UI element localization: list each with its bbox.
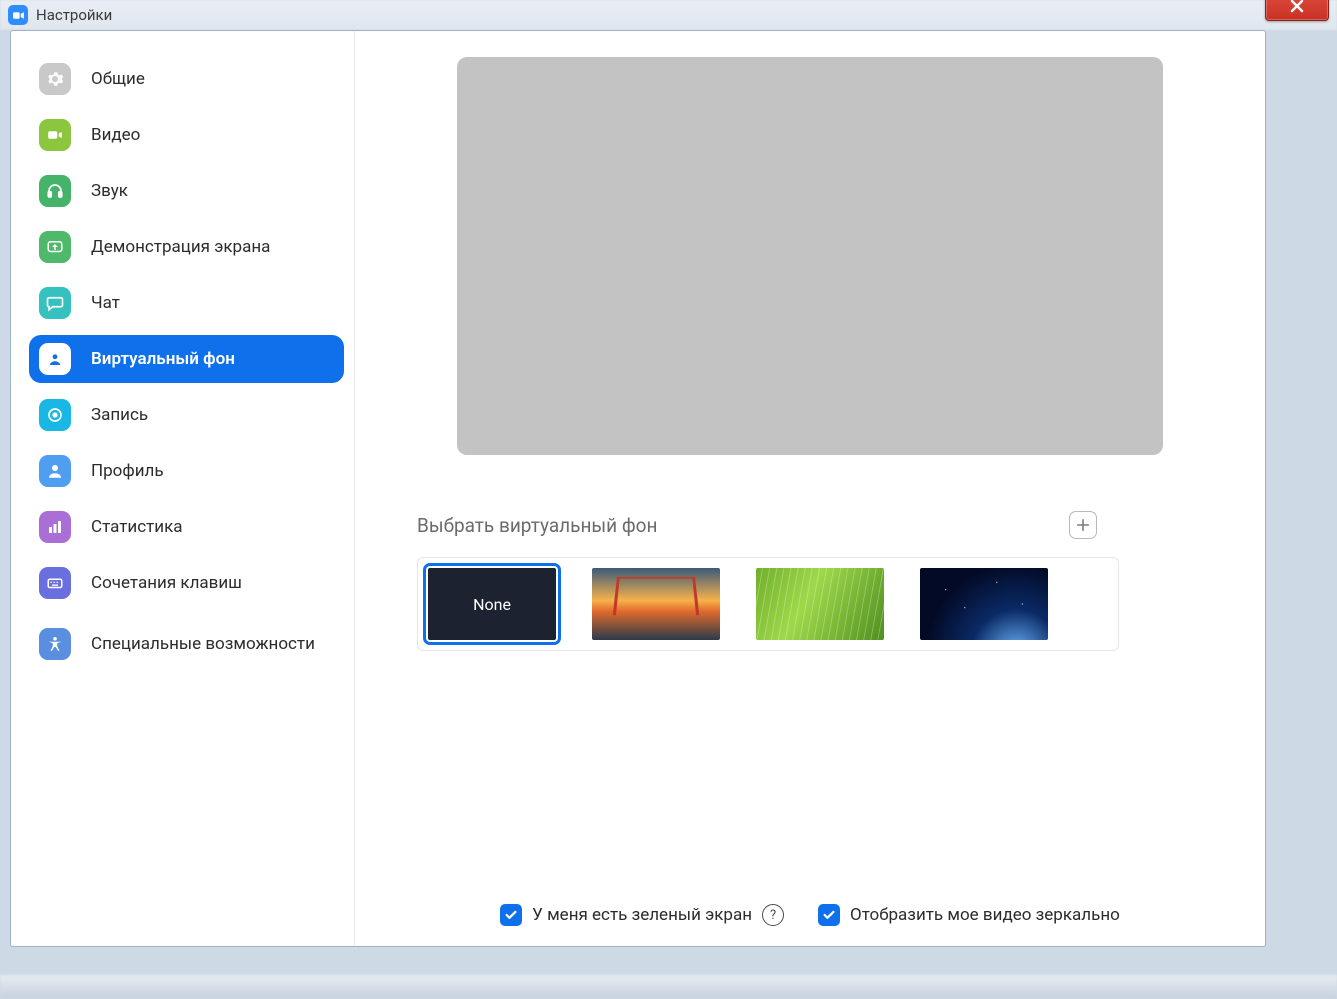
sidebar-item-virtual-background[interactable]: Виртуальный фон bbox=[29, 335, 344, 383]
person-icon bbox=[39, 455, 71, 487]
keyboard-icon bbox=[39, 567, 71, 599]
check-icon bbox=[504, 908, 518, 922]
sidebar-item-video[interactable]: Видео bbox=[29, 111, 344, 159]
bg-option-space[interactable] bbox=[920, 568, 1048, 640]
mirror-video-label: Отобразить мое видео зеркально bbox=[850, 905, 1120, 925]
sidebar-item-label: Специальные возможности bbox=[91, 634, 315, 654]
bg-option-none[interactable]: None bbox=[428, 568, 556, 640]
sidebar-item-keyboard-shortcuts[interactable]: Сочетания клавиш bbox=[29, 559, 344, 607]
headphones-icon bbox=[39, 175, 71, 207]
window-title: Настройки bbox=[36, 6, 112, 24]
green-screen-label: У меня есть зеленый экран bbox=[532, 905, 752, 925]
chat-icon bbox=[39, 287, 71, 319]
video-preview bbox=[457, 57, 1163, 455]
sidebar-item-label: Видео bbox=[91, 125, 140, 145]
titlebar: Настройки bbox=[2, 0, 1337, 30]
settings-window: Общие Видео Звук Демонстрация экрана Чат bbox=[10, 30, 1266, 947]
sidebar-item-accessibility[interactable]: Специальные возможности bbox=[29, 615, 344, 673]
video-icon bbox=[39, 119, 71, 151]
sidebar-item-profile[interactable]: Профиль bbox=[29, 447, 344, 495]
sidebar-item-label: Сочетания клавиш bbox=[91, 573, 242, 593]
sidebar-item-share-screen[interactable]: Демонстрация экрана bbox=[29, 223, 344, 271]
app-icon bbox=[8, 5, 28, 25]
sidebar-item-label: Виртуальный фон bbox=[91, 349, 235, 369]
bg-option-none-label: None bbox=[473, 595, 511, 614]
stats-icon bbox=[39, 511, 71, 543]
sidebar-item-label: Демонстрация экрана bbox=[91, 237, 270, 257]
record-icon bbox=[39, 399, 71, 431]
sidebar-item-label: Статистика bbox=[91, 517, 183, 537]
green-screen-option: У меня есть зеленый экран ? bbox=[500, 904, 784, 926]
sidebar-item-label: Запись bbox=[91, 405, 148, 425]
section-header: Выбрать виртуальный фон bbox=[417, 511, 1097, 539]
portrait-icon bbox=[39, 343, 71, 375]
close-button[interactable] bbox=[1265, 0, 1329, 21]
section-title: Выбрать виртуальный фон bbox=[417, 514, 657, 537]
sidebar: Общие Видео Звук Демонстрация экрана Чат bbox=[11, 31, 355, 946]
sidebar-item-audio[interactable]: Звук bbox=[29, 167, 344, 215]
add-background-button[interactable] bbox=[1069, 511, 1097, 539]
mirror-video-checkbox[interactable] bbox=[818, 904, 840, 926]
share-icon bbox=[39, 231, 71, 263]
check-icon bbox=[822, 908, 836, 922]
sidebar-item-label: Чат bbox=[91, 293, 120, 313]
sidebar-item-label: Звук bbox=[91, 181, 128, 201]
sidebar-item-chat[interactable]: Чат bbox=[29, 279, 344, 327]
sidebar-item-statistics[interactable]: Статистика bbox=[29, 503, 344, 551]
sidebar-item-general[interactable]: Общие bbox=[29, 55, 344, 103]
background-taskbar bbox=[0, 975, 1337, 999]
bg-option-bridge[interactable] bbox=[592, 568, 720, 640]
mirror-video-option: Отобразить мое видео зеркально bbox=[818, 904, 1120, 926]
close-icon bbox=[1289, 0, 1305, 14]
sidebar-item-label: Общие bbox=[91, 69, 145, 89]
footer-options: У меня есть зеленый экран ? Отобразить м… bbox=[355, 904, 1265, 926]
plus-icon bbox=[1076, 518, 1090, 532]
background-thumbnails: None bbox=[417, 557, 1119, 651]
accessibility-icon bbox=[39, 628, 71, 660]
gear-icon bbox=[39, 63, 71, 95]
bg-option-grass[interactable] bbox=[756, 568, 884, 640]
green-screen-help[interactable]: ? bbox=[762, 904, 784, 926]
green-screen-checkbox[interactable] bbox=[500, 904, 522, 926]
content-pane: Выбрать виртуальный фон None У меня есть… bbox=[355, 31, 1265, 946]
sidebar-item-recording[interactable]: Запись bbox=[29, 391, 344, 439]
sidebar-item-label: Профиль bbox=[91, 461, 164, 481]
